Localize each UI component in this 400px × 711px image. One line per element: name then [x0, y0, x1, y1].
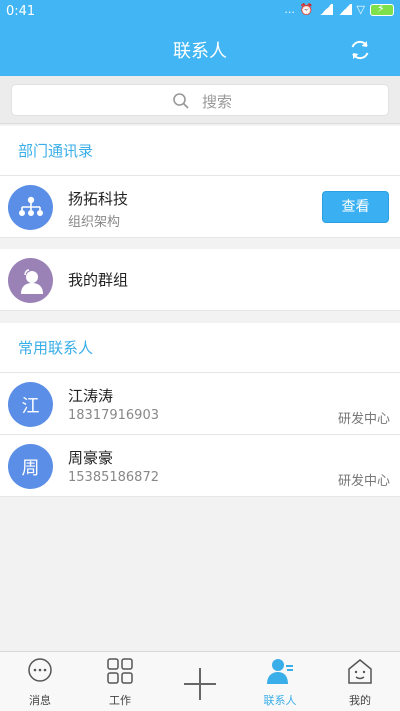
contact-avatar: 周 — [8, 444, 53, 489]
plus-icon — [184, 668, 216, 700]
contact-avatar: 江 — [8, 382, 53, 427]
signal-icon — [318, 4, 333, 15]
tab-me[interactable]: 我的 — [320, 652, 400, 711]
home-face-icon — [348, 659, 372, 684]
wifi-icon: ▽ — [356, 3, 365, 16]
tab-label: 我的 — [349, 694, 371, 707]
tab-add[interactable] — [160, 652, 240, 711]
status-time: 0:41 — [6, 4, 36, 19]
tab-contacts[interactable]: 联系人 — [240, 652, 320, 711]
contact-phone: 18317916903 — [68, 408, 159, 423]
search-input[interactable]: 搜索 — [11, 84, 389, 116]
tab-label: 消息 — [29, 694, 51, 707]
contact-name: 江涛涛 — [68, 387, 114, 405]
nav-bar: 联系人 — [0, 24, 400, 76]
tab-messages[interactable]: 消息 — [0, 652, 80, 711]
battery-icon — [370, 2, 394, 16]
status-bar: 0:41 ... ⏰ ▽ — [0, 0, 400, 24]
contact-name: 周豪豪 — [68, 449, 114, 467]
department-section: 部门通讯录 扬拓科技 组织架构 查看 — [0, 126, 400, 238]
contact-row[interactable]: 周 周豪豪 15385186872 研发中心 — [0, 435, 400, 497]
department-header: 部门通讯录 — [0, 126, 400, 176]
view-button[interactable]: 查看 — [322, 191, 389, 223]
search-bar: 搜索 — [0, 76, 400, 124]
search-placeholder: 搜索 — [202, 93, 233, 111]
status-dots: ... — [284, 3, 295, 16]
bottom-tab-bar: 消息 工作 联系人 我的 — [0, 651, 400, 711]
page-title: 联系人 — [173, 41, 227, 62]
signal-icon-2 — [337, 4, 352, 15]
frequent-contacts-section: 常用联系人 江 江涛涛 18317916903 研发中心 周 周豪豪 15385… — [0, 323, 400, 497]
search-icon — [173, 93, 189, 109]
contact-row[interactable]: 江 江涛涛 18317916903 研发中心 — [0, 373, 400, 435]
org-chart-icon — [8, 185, 53, 230]
org-name: 扬拓科技 — [68, 190, 129, 208]
groups-section: 我的群组 — [0, 249, 400, 311]
tab-label: 工作 — [109, 694, 131, 707]
tab-work[interactable]: 工作 — [80, 652, 160, 711]
grid-icon — [107, 658, 133, 684]
status-icons: ... ⏰ ▽ — [284, 2, 394, 16]
alarm-icon: ⏰ — [299, 3, 314, 16]
frequent-contacts-header: 常用联系人 — [0, 323, 400, 373]
org-row[interactable]: 扬拓科技 组织架构 查看 — [0, 176, 400, 238]
tab-label: 联系人 — [263, 694, 297, 707]
my-groups-label: 我的群组 — [68, 271, 129, 289]
refresh-icon[interactable] — [348, 38, 372, 62]
org-subtitle: 组织架构 — [68, 215, 121, 230]
contact-phone: 15385186872 — [68, 470, 159, 485]
contact-dept: 研发中心 — [337, 474, 390, 489]
my-groups-row[interactable]: 我的群组 — [0, 249, 400, 311]
contacts-icon — [267, 659, 293, 684]
chat-bubble-icon — [28, 658, 52, 682]
group-person-icon — [8, 258, 53, 303]
contact-dept: 研发中心 — [337, 412, 390, 427]
